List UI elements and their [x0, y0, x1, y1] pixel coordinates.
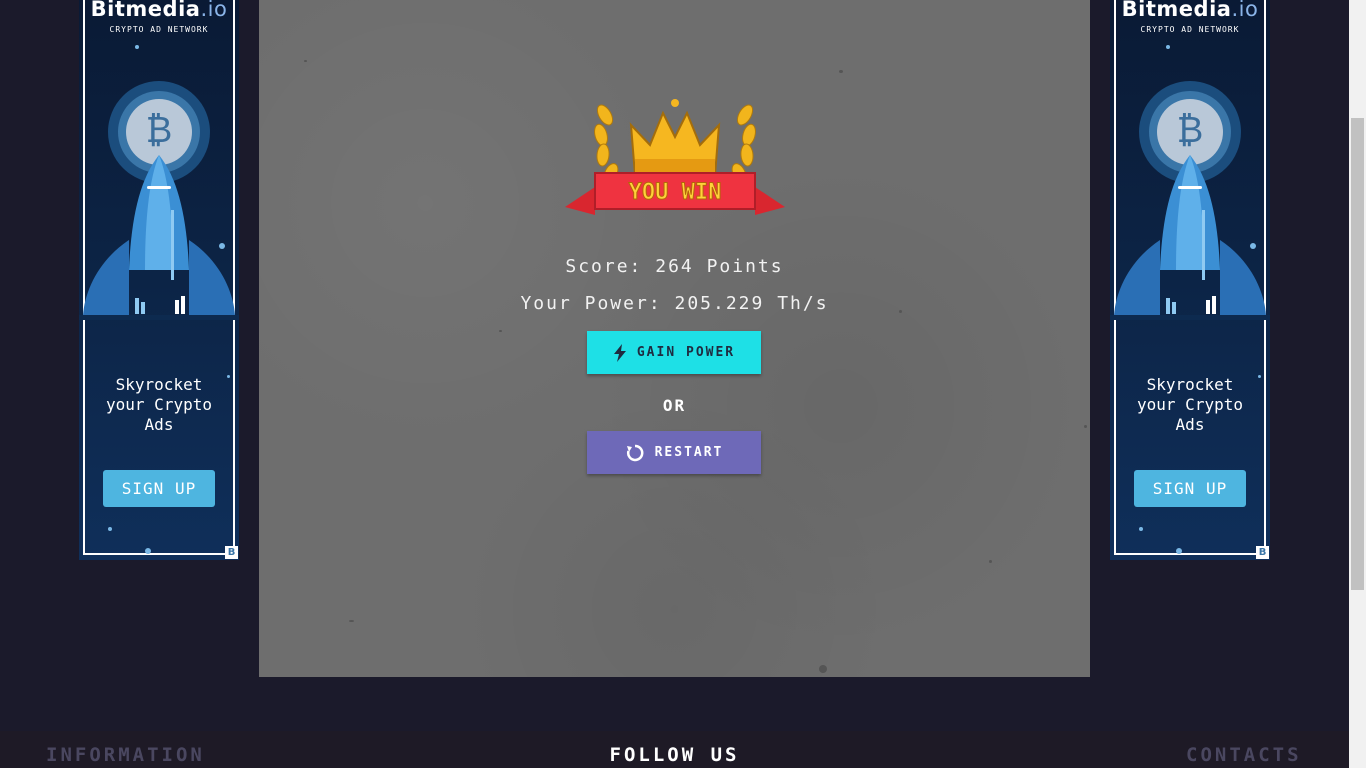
gain-power-button[interactable]: GAIN POWER	[587, 331, 761, 374]
star-dot	[135, 45, 139, 49]
score-text: Score: 264 Points	[565, 256, 784, 277]
rocket-icon	[79, 155, 239, 320]
ad-banner-right[interactable]: Bitmedia.io CRYPTO AD NETWORK ₿ Skyrocke…	[1110, 0, 1270, 560]
star-dot	[108, 527, 112, 531]
ad-tagline: CRYPTO AD NETWORK	[1140, 25, 1240, 34]
star-dot	[219, 243, 225, 249]
star-dot	[1176, 548, 1182, 554]
ad-copy: Skyrocket your Crypto Ads	[1137, 375, 1243, 434]
lightning-icon	[613, 343, 626, 362]
star-dot	[1139, 527, 1143, 531]
page: Bitmedia.io CRYPTO AD NETWORK ₿ Skyrocke…	[0, 0, 1366, 768]
footer-follow-us-heading: FOLLOW US	[609, 744, 740, 766]
gain-power-label: GAIN POWER	[636, 345, 736, 360]
ad-banner-left[interactable]: Bitmedia.io CRYPTO AD NETWORK ₿ Skyrocke…	[79, 0, 239, 560]
bitcoin-symbol: ₿	[1176, 110, 1204, 151]
ad-brand: Bitmedia.io	[1121, 0, 1259, 21]
game-canvas: YOU WIN Score: 264 Points Your Power: 20…	[259, 0, 1090, 677]
ad-tagline: CRYPTO AD NETWORK	[109, 25, 209, 34]
restart-icon	[626, 444, 644, 461]
star-dot	[1166, 45, 1170, 49]
restart-label: RESTART	[654, 445, 724, 460]
power-text: Your Power: 205.229 Th/s	[520, 293, 829, 314]
adchoice-icon[interactable]: B	[225, 546, 238, 559]
ad-brand: Bitmedia.io	[90, 0, 228, 21]
bitcoin-symbol: ₿	[145, 110, 173, 151]
ad-signup-button[interactable]: SIGN UP	[103, 470, 215, 507]
star-dot	[1250, 243, 1256, 249]
adchoice-icon[interactable]: B	[1256, 546, 1269, 559]
ad-copy: Skyrocket your Crypto Ads	[106, 375, 212, 434]
page-scrollbar[interactable]	[1349, 0, 1366, 768]
rocket-icon	[1110, 155, 1270, 320]
you-win-badge-icon: YOU WIN	[565, 99, 785, 215]
ad-signup-button[interactable]: SIGN UP	[1134, 470, 1246, 507]
or-separator: OR	[662, 396, 687, 415]
footer: INFORMATION FOLLOW US CONTACTS	[0, 731, 1349, 768]
star-dot	[145, 548, 151, 554]
scrollbar-thumb[interactable]	[1351, 118, 1364, 590]
restart-button[interactable]: RESTART	[587, 431, 761, 474]
badge-text: YOU WIN	[629, 180, 722, 205]
footer-contacts-heading[interactable]: CONTACTS	[1186, 744, 1302, 766]
